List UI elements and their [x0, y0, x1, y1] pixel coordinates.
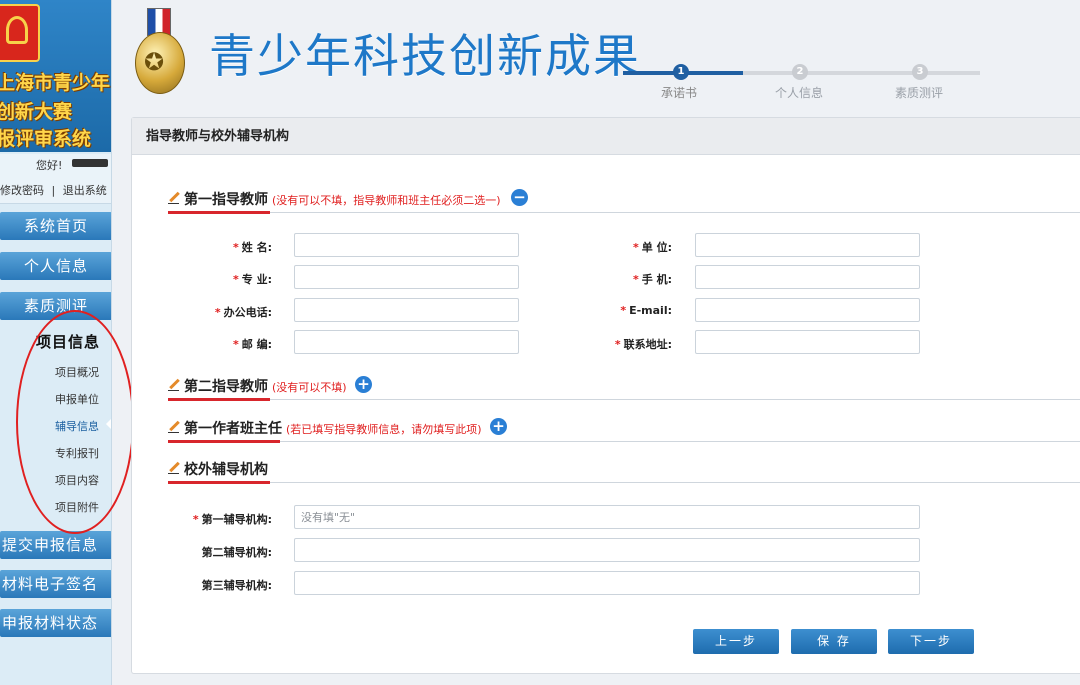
- section-homeroom-teacher: 第一作者班主任 (若已填写指导教师信息，请勿填写此项) +: [168, 418, 1080, 443]
- nav-quality-assessment[interactable]: 素质测评: [0, 292, 111, 320]
- panel-title: 指导教师与校外辅导机构: [132, 118, 1080, 155]
- pencil-icon: [168, 379, 180, 391]
- section-second-teacher: 第二指导教师 (没有可以不填) +: [168, 376, 1080, 401]
- logout-link[interactable]: 退出系统: [63, 184, 107, 197]
- step-3-label: 素质测评: [895, 86, 944, 100]
- step-2-circle: 2: [792, 64, 808, 80]
- link-separator: |: [51, 184, 56, 197]
- subnav-applicant-unit[interactable]: 申报单位: [55, 391, 99, 407]
- section-title-homeroom-teacher: 第一作者班主任: [184, 421, 282, 437]
- logo-text-line-2: 创新大赛: [0, 101, 73, 123]
- expand-second-teacher-button[interactable]: +: [355, 376, 372, 393]
- first-institution-input[interactable]: [294, 505, 920, 529]
- nav-application-status[interactable]: 申报材料状态: [0, 609, 111, 637]
- teacher-email-input[interactable]: [695, 298, 920, 322]
- nav-electronic-signature[interactable]: 材料电子签名: [0, 570, 111, 598]
- save-button[interactable]: 保 存: [791, 629, 877, 654]
- section-title-first-teacher: 第一指导教师: [184, 192, 268, 208]
- third-institution-label: 第三辅导机构:: [201, 579, 272, 592]
- postcode-label: * 邮 编:: [233, 338, 272, 351]
- page-title: 青少年科技创新成果: [209, 29, 641, 83]
- change-password-link[interactable]: 修改密码: [0, 184, 44, 197]
- teacher-office-phone-input[interactable]: [294, 298, 519, 322]
- nav-project-info[interactable]: 项目信息: [36, 331, 100, 352]
- step-3-circle: 3: [912, 64, 928, 80]
- mobile-label: * 手 机:: [633, 273, 672, 286]
- second-institution-label: 第二辅导机构:: [201, 546, 272, 559]
- name-label: * 姓 名:: [233, 241, 272, 254]
- section-note-first-teacher: (没有可以不填，指导教师和班主任必须二选一): [272, 194, 501, 207]
- user-box: 您好! 修改密码 | 退出系统: [0, 154, 111, 204]
- step-1-label: 承诺书: [661, 86, 698, 100]
- section-underline: [168, 398, 270, 401]
- section-note-second-teacher: (没有可以不填): [272, 381, 347, 394]
- section-underline: [168, 211, 270, 214]
- section-outside-institution: 校外辅导机构: [168, 459, 1080, 484]
- nav-submit-application[interactable]: 提交申报信息: [0, 531, 111, 559]
- teacher-address-input[interactable]: [695, 330, 920, 354]
- page-header: ✪ 青少年科技创新成果 1 2 3 承诺书 个人信息 素质测评: [113, 0, 1080, 112]
- system-logo: 上海市青少年 创新大赛 报评审系统: [0, 0, 111, 152]
- teacher-mobile-input[interactable]: [695, 265, 920, 289]
- collapse-first-teacher-button[interactable]: −: [511, 189, 528, 206]
- section-first-teacher: 第一指导教师 (没有可以不填，指导教师和班主任必须二选一) −: [168, 189, 1080, 214]
- form-panel: 指导教师与校外辅导机构 第一指导教师 (没有可以不填，指导教师和班主任必须二选一…: [131, 117, 1080, 674]
- major-label: * 专 业:: [233, 273, 272, 286]
- section-note-homeroom-teacher: (若已填写指导教师信息，请勿填写此项): [286, 423, 482, 436]
- nav-home[interactable]: 系统首页: [0, 212, 111, 240]
- email-label: * E-mail:: [620, 304, 672, 317]
- subnav-project-content[interactable]: 项目内容: [55, 472, 99, 488]
- pencil-icon: [168, 192, 180, 204]
- greeting-text: 您好!: [36, 159, 63, 172]
- second-institution-input[interactable]: [294, 538, 920, 562]
- address-label: * 联系地址:: [614, 338, 672, 351]
- teacher-postcode-input[interactable]: [294, 330, 519, 354]
- teacher-name-input[interactable]: [294, 233, 519, 257]
- logo-text-line-1: 上海市青少年: [0, 72, 111, 94]
- subnav-project-overview[interactable]: 项目概况: [55, 364, 99, 380]
- pencil-icon: [168, 421, 180, 433]
- nav-personal-info[interactable]: 个人信息: [0, 252, 111, 280]
- step-2-label: 个人信息: [775, 86, 824, 100]
- section-title-second-teacher: 第二指导教师: [184, 379, 268, 395]
- medal-glyph-icon: ✪: [144, 48, 165, 76]
- teacher-unit-input[interactable]: [695, 233, 920, 257]
- step-progress-remaining: [743, 71, 980, 75]
- current-page-marker: [106, 418, 111, 430]
- prev-step-button[interactable]: 上一步: [693, 629, 779, 654]
- account-links: 修改密码 | 退出系统: [0, 182, 107, 198]
- office-phone-label: * 办公电话:: [214, 306, 272, 319]
- subnav-project-attachments[interactable]: 项目附件: [55, 499, 99, 515]
- third-institution-input[interactable]: [294, 571, 920, 595]
- username-redacted: [72, 159, 108, 167]
- section-underline: [168, 440, 280, 443]
- subnav-patents-publications[interactable]: 专利报刊: [55, 445, 99, 461]
- expand-homeroom-teacher-button[interactable]: +: [490, 418, 507, 435]
- next-step-button[interactable]: 下一步: [888, 629, 974, 654]
- first-institution-label: * 第一辅导机构:: [192, 513, 272, 526]
- section-underline: [168, 481, 270, 484]
- step-1-circle: 1: [673, 64, 689, 80]
- teacher-major-input[interactable]: [294, 265, 519, 289]
- emblem-icon: [0, 4, 40, 62]
- section-title-outside-institution: 校外辅导机构: [184, 462, 268, 478]
- subnav-tutor-info[interactable]: 辅导信息: [55, 418, 99, 434]
- logo-text-line-3: 报评审系统: [0, 128, 92, 150]
- pencil-icon: [168, 462, 180, 474]
- sidebar: 上海市青少年 创新大赛 报评审系统 您好! 修改密码 | 退出系统 系统首页 个…: [0, 0, 112, 685]
- unit-label: * 单 位:: [633, 241, 672, 254]
